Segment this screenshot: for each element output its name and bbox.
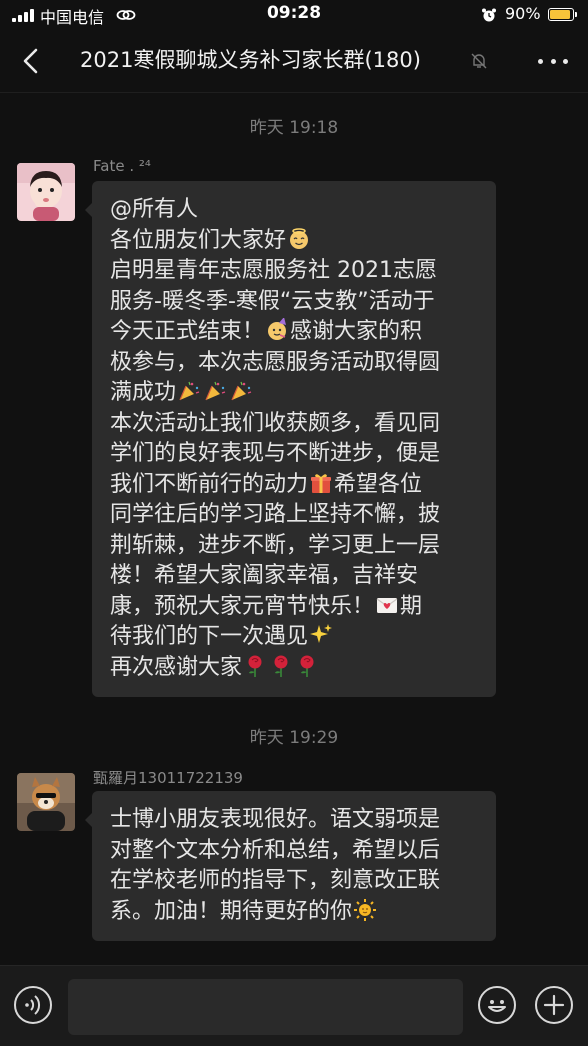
message-line: 康，预祝大家元宵节快乐！ 期 [110,592,478,623]
message-line: 楼！希望大家阖家幸福，吉祥安 [110,561,478,592]
dog-photo-avatar [17,773,75,831]
message-line: 各位朋友们大家好 [110,226,478,257]
sparkles-icon [310,624,333,643]
smiley-icon [488,1000,506,1012]
message-text: 荆斩棘，进步不断，学习更上一层 [110,532,441,558]
sun-icon [354,898,377,921]
voice-button[interactable] [14,986,52,1024]
message-text: 学们的良好表现与不断进步，便是 [110,441,441,466]
status-bar: 中国电信 09:28 90% [0,0,588,30]
more-horizontal-icon [538,58,543,64]
message-text: @所有人 [110,197,199,222]
message-input[interactable] [68,979,463,1035]
message-text: 再次感谢大家 [110,654,243,680]
message-text: 对整个文本分析和总结，希望以后 [110,837,441,863]
rose-icon [248,655,262,677]
chevron-left-icon[interactable] [14,44,48,78]
message-text: 满成功 [110,380,177,405]
message-line: 同学往后的学习路上坚持不懈，披 [110,500,478,531]
party-popper-icon [179,381,200,401]
battery-level-fill [550,10,570,19]
message-text: 同学往后的学习路上坚持不懈，披 [110,502,441,527]
party-popper-icon [205,381,226,401]
message-text: 我们不断前行的动力 [110,471,309,497]
love-letter-icon [376,597,398,613]
message-text: 启明星青年志愿服务社 2021志愿 [110,258,437,283]
rose-icon [300,655,314,677]
message-text: 希望各位 [334,471,423,497]
message-text: 服务-暖冬季-寒假“云支教”活动于 [110,288,435,314]
input-bar [0,965,588,1046]
message-text: 极参与，本次志愿服务活动取得圆 [110,349,441,375]
message-text: 各位朋友们大家好 [110,227,287,253]
message-line: 学们的良好表现与不断进步，便是 [110,439,478,470]
message-line: 服务-暖冬季-寒假“云支教”活动于 [110,287,478,318]
battery-percent: 90% [505,4,541,23]
message-line: 极参与，本次志愿服务活动取得圆 [110,348,478,379]
message-text: 士博小朋友表现很好。语文弱项是 [110,807,441,832]
angel-icon [290,227,309,249]
rose-icon [274,655,288,677]
party-popper-icon [231,381,252,401]
message-text: 楼！希望大家阖家幸福，吉祥安 [110,563,419,588]
message-line: 今天正式结束！ 感谢大家的积 [110,317,478,348]
message-text: 在学校老师的指导下，刻意改正联 [110,868,441,893]
message-line: 在学校老师的指导下，刻意改正联 [110,866,478,897]
emoji-button[interactable] [478,986,516,1024]
voice-icon [25,995,41,1015]
message-bubble[interactable]: @所有人各位朋友们大家好启明星青年志愿服务社 2021志愿 服务-暖冬季-寒假“云… [85,181,496,697]
more-options-button[interactable] [538,52,568,70]
message-line: 系。加油！期待更好的你 [110,897,478,928]
sender-name: Fate . ²⁴ [93,157,151,175]
plus-button[interactable] [535,986,573,1024]
message-bubble[interactable]: 士博小朋友表现很好。语文弱项是 对整个文本分析和总结，希望以后 在学校老师的指导下，… [85,791,496,941]
message-line: 满成功 [110,378,478,409]
message-line: 本次活动让我们收获颇多，看见同 [110,409,478,440]
chat-title: 2021寒假聊城义务补习家长群(180) [80,48,421,72]
message-text: 本次活动让我们收获颇多，看见同 [110,410,441,436]
message-text: 康，预祝大家元宵节快乐！ [110,593,375,619]
message-text: 感谢大家的积 [290,319,423,344]
message-line: 待我们的下一次遇见 [110,622,478,653]
message-line: 我们不断前行的动力 希望各位 [110,470,478,501]
message-line: @所有人 [110,195,478,226]
message-list[interactable]: 昨天 19:18 Fate . ²⁴ @所有人各位朋友们大家好启明星青年志愿服务… [0,93,588,965]
child-photo-avatar [17,163,75,221]
message-text: 待我们的下一次遇见 [110,624,309,649]
message-timestamp: 昨天 19:18 [249,118,339,138]
message-timestamp: 昨天 19:29 [249,728,339,748]
alarm-icon [482,8,496,22]
message-text: 今天正式结束！ [110,319,265,344]
status-time: 09:28 [266,3,322,23]
avatar[interactable] [17,773,75,831]
message-line: 士博小朋友表现很好。语文弱项是 [110,805,478,836]
gift-icon [311,473,332,493]
message-line: 荆斩棘，进步不断，学习更上一层 [110,531,478,562]
message-line: 再次感谢大家 [110,653,478,684]
chat-header: 2021寒假聊城义务补习家长群(180) [0,30,588,93]
bell-slash-icon [471,53,487,69]
message-line: 启明星青年志愿服务社 2021志愿 [110,256,478,287]
message-line: 对整个文本分析和总结，希望以后 [110,836,478,867]
battery-icon [548,8,577,21]
message-text: 期 [400,593,423,619]
message-text: 系。加油！期待更好的你 [110,898,353,924]
avatar[interactable] [17,163,75,221]
sender-name: 甄羅月13011722139 [93,769,243,787]
party-face-icon [268,318,287,340]
plus-icon [543,994,565,1016]
